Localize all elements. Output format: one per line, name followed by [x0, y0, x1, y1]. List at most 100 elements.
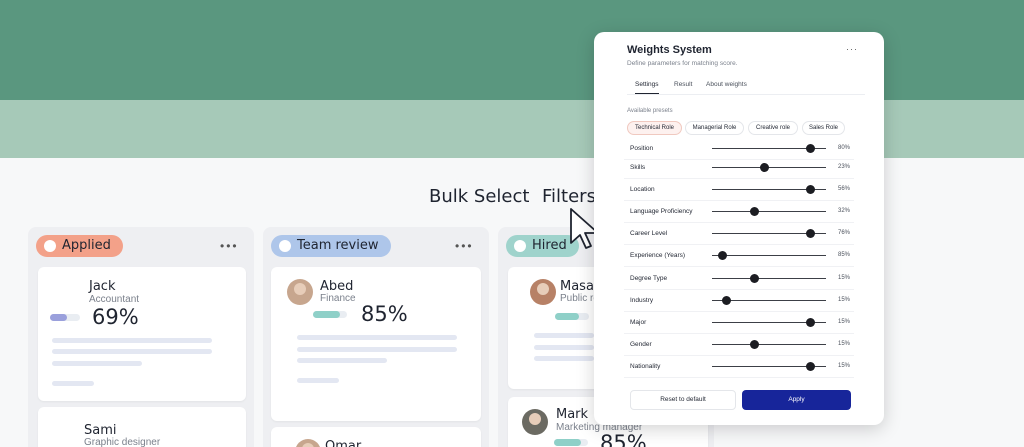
- weight-label: Industry: [630, 297, 654, 304]
- status-dot-icon: [279, 240, 291, 252]
- weight-slider-track[interactable]: [712, 167, 826, 168]
- candidate-role: Graphic designer: [84, 437, 161, 447]
- row-divider: [624, 266, 854, 267]
- weight-row: Career Level 76%: [624, 223, 854, 245]
- weight-slider-handle[interactable]: [749, 340, 759, 349]
- weight-row: Skills 23%: [624, 157, 854, 179]
- weight-slider-handle[interactable]: [805, 229, 815, 238]
- weight-label: Gender: [630, 341, 652, 348]
- weight-label: Experience (Years): [630, 252, 686, 259]
- match-score-fill: [50, 314, 67, 321]
- match-score-fill: [313, 311, 341, 318]
- weight-slider-handle[interactable]: [722, 296, 732, 305]
- placeholder-line: [52, 338, 212, 343]
- tab-about-weights[interactable]: About weights: [706, 81, 747, 88]
- candidate-card[interactable]: Omar: [271, 427, 481, 447]
- weight-percentage: 15%: [838, 319, 851, 325]
- weight-slider-track[interactable]: [712, 344, 826, 345]
- apply-button[interactable]: Apply: [742, 390, 851, 410]
- candidate-name: Masa: [560, 279, 594, 294]
- preset-technical-role[interactable]: Technical Role: [627, 121, 682, 135]
- column-status-pill[interactable]: Team review: [271, 235, 391, 257]
- status-dot-icon: [514, 240, 526, 252]
- column-team-review: Team review ••• Abed Finance 85% Omar: [263, 227, 489, 447]
- presets-label: Available presets: [627, 108, 673, 114]
- candidate-card[interactable]: Jack Accountant 69%: [38, 267, 246, 401]
- column-title: Applied: [62, 238, 111, 253]
- weight-slider-handle[interactable]: [805, 144, 815, 153]
- bulk-select-button[interactable]: Bulk Select: [429, 186, 529, 207]
- preset-sales-role[interactable]: Sales Role: [802, 121, 845, 135]
- panel-subtitle: Define parameters for matching score.: [627, 60, 738, 67]
- weight-percentage: 15%: [838, 363, 851, 369]
- weight-label: Degree Type: [630, 275, 668, 282]
- placeholder-line: [52, 349, 212, 354]
- weight-percentage: 85%: [838, 252, 851, 258]
- weight-slider-handle[interactable]: [717, 251, 727, 260]
- weight-slider-handle[interactable]: [749, 207, 759, 216]
- placeholder-line: [534, 356, 594, 361]
- preset-creative-role[interactable]: Creative role: [748, 121, 798, 135]
- match-score: 85%: [361, 302, 408, 326]
- more-horizontal-icon[interactable]: •••: [455, 239, 474, 253]
- weight-label: Nationality: [630, 363, 661, 370]
- candidate-name: Sami: [84, 423, 117, 438]
- weight-row: Language Proficiency 32%: [624, 201, 854, 223]
- match-score-bar: [554, 439, 588, 446]
- avatar: [295, 439, 321, 447]
- weight-slider-handle[interactable]: [749, 274, 759, 283]
- tab-settings[interactable]: Settings: [635, 81, 659, 94]
- weight-row: Location 56%: [624, 179, 854, 201]
- match-score-fill: [554, 439, 582, 446]
- weight-slider-handle[interactable]: [759, 163, 769, 172]
- weight-slider-handle[interactable]: [805, 185, 815, 194]
- more-horizontal-icon[interactable]: •••: [220, 239, 239, 253]
- placeholder-line: [297, 378, 339, 383]
- candidate-card[interactable]: Sami Graphic designer: [38, 407, 246, 447]
- filters-button[interactable]: Filters: [542, 186, 596, 207]
- placeholder-line: [52, 381, 94, 386]
- avatar: [287, 279, 313, 305]
- avatar: [530, 279, 556, 305]
- column-title: Hired: [532, 238, 567, 253]
- candidate-card[interactable]: Abed Finance 85%: [271, 267, 481, 421]
- more-horizontal-icon[interactable]: ···: [846, 44, 858, 54]
- preset-managerial-role[interactable]: Managerial Role: [685, 121, 744, 135]
- weight-percentage: 32%: [838, 208, 851, 214]
- weight-percentage: 23%: [838, 164, 851, 170]
- candidate-role: Finance: [320, 293, 356, 304]
- weight-row: Major 15%: [624, 312, 854, 334]
- column-title: Team review: [297, 238, 379, 253]
- weight-percentage: 56%: [838, 186, 851, 192]
- weight-slider-track[interactable]: [712, 255, 826, 256]
- match-score: 85%: [600, 431, 647, 447]
- weight-label: Language Proficiency: [630, 208, 693, 215]
- match-score-bar: [50, 314, 80, 321]
- weight-percentage: 15%: [838, 341, 851, 347]
- weight-percentage: 80%: [838, 145, 851, 151]
- weight-slider-handle[interactable]: [805, 362, 815, 371]
- weight-percentage: 15%: [838, 297, 851, 303]
- reset-to-default-button[interactable]: Reset to default: [630, 390, 736, 410]
- panel-tabs: Settings Result About weights: [627, 81, 865, 95]
- candidate-name: Omar: [325, 439, 362, 447]
- match-score: 69%: [92, 305, 139, 329]
- candidate-name: Jack: [89, 279, 116, 294]
- candidate-name: Abed: [320, 279, 354, 294]
- weight-row: Experience (Years) 85%: [624, 245, 854, 267]
- weight-label: Location: [630, 186, 655, 193]
- avatar: [522, 409, 548, 435]
- weight-slider-track[interactable]: [712, 211, 826, 212]
- weight-slider-track[interactable]: [712, 278, 826, 279]
- column-status-pill[interactable]: Applied: [36, 235, 123, 257]
- weight-label: Skills: [630, 164, 646, 171]
- weight-label: Position: [630, 145, 654, 152]
- placeholder-line: [297, 335, 457, 340]
- weight-row: Industry 15%: [624, 290, 854, 312]
- tab-result[interactable]: Result: [674, 81, 692, 88]
- weight-slider-handle[interactable]: [805, 318, 815, 327]
- weight-row: Gender 15%: [624, 334, 854, 356]
- row-divider: [624, 377, 854, 378]
- match-score-bar: [555, 313, 589, 320]
- match-score-bar: [313, 311, 347, 318]
